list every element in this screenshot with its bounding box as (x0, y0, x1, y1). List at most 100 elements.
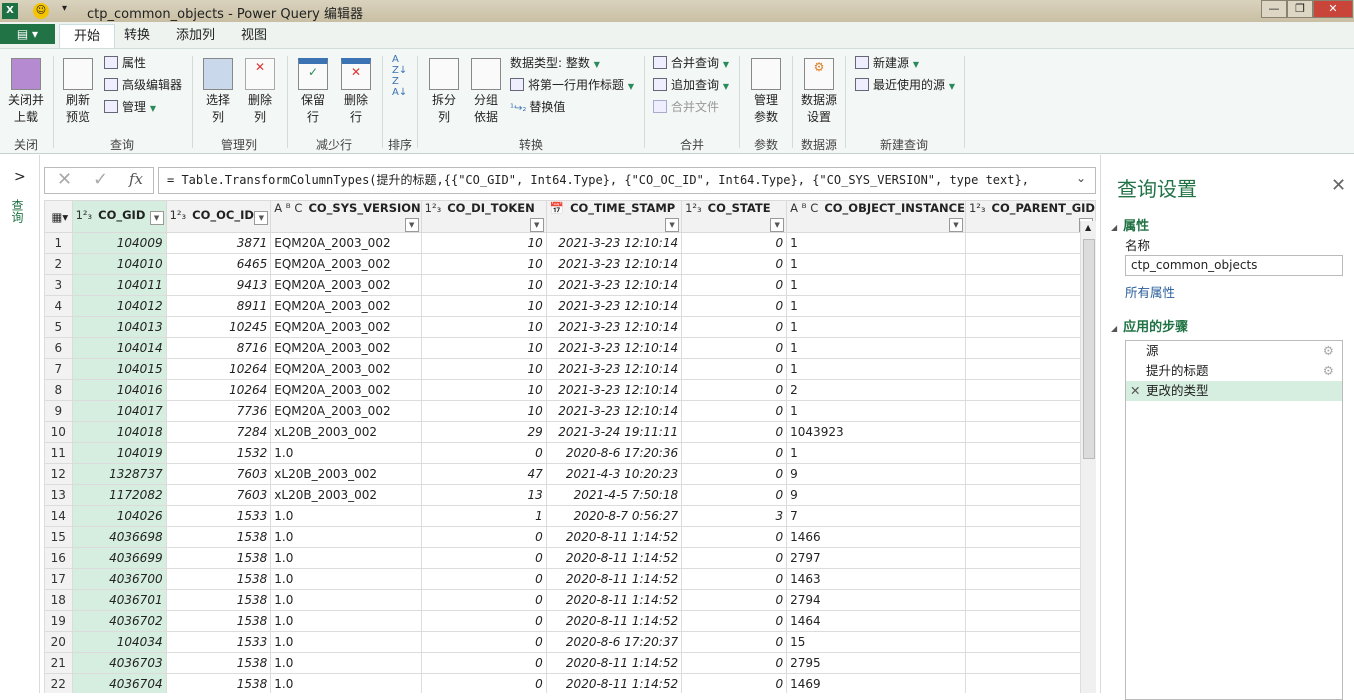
tab-view[interactable]: 视图 (227, 24, 281, 48)
queries-pane-label[interactable]: 查询 (10, 199, 26, 223)
table-cell[interactable]: 2 (964, 463, 1096, 485)
table-cell[interactable]: 1 (964, 652, 1096, 674)
table-cell[interactable]: 29 (420, 421, 547, 443)
table-cell[interactable]: 2021-4-5 7:50:18 (545, 484, 683, 506)
table-cell[interactable]: 9 (786, 484, 966, 506)
table-cell[interactable]: 1 (964, 526, 1096, 548)
table-cell[interactable]: 0 (681, 421, 788, 443)
table-cell[interactable]: 2021-3-23 12:10:14 (545, 274, 683, 296)
table-cell[interactable]: 1538 (165, 652, 272, 674)
column-header-co-sys-version[interactable]: A ᴮ C CO_SYS_VERSION ▼ (270, 200, 422, 233)
cancel-formula-icon[interactable]: ✕ (57, 169, 72, 190)
column-type-icon[interactable]: 1²₃ (425, 202, 442, 216)
table-cell[interactable]: 7736 (165, 400, 272, 422)
table-cell[interactable]: 13 (420, 484, 547, 506)
formula-input[interactable]: = Table.TransformColumnTypes(提升的标题,{{"CO… (158, 167, 1096, 194)
table-cell[interactable]: 8911 (165, 295, 272, 317)
column-type-icon[interactable]: A ᴮ C (790, 202, 818, 216)
table-cell[interactable]: 10 (420, 295, 547, 317)
tab-add-column[interactable]: 添加列 (162, 24, 229, 48)
table-cell[interactable]: xL20B_2003_002 (270, 421, 422, 443)
table-cell[interactable]: 1538 (165, 610, 272, 632)
table-cell[interactable]: 1 (786, 400, 966, 422)
row-number[interactable]: 8 (44, 379, 73, 401)
table-cell[interactable]: 1 (786, 316, 966, 338)
properties-button[interactable]: 属性 (104, 53, 146, 73)
filter-dropdown-icon[interactable]: ▼ (770, 218, 785, 232)
table-cell[interactable]: 1533 (165, 505, 272, 527)
filter-dropdown-icon[interactable]: ▼ (254, 211, 269, 225)
table-cell[interactable]: 2 (786, 379, 966, 401)
table-cell[interactable]: 2020-8-11 1:14:52 (545, 652, 683, 674)
table-cell[interactable]: 3 (681, 505, 788, 527)
table-cell[interactable]: 2021-3-23 12:10:14 (545, 295, 683, 317)
table-cell[interactable]: 1 (964, 379, 1096, 401)
table-cell[interactable]: 2794 (786, 589, 966, 611)
table-cell[interactable]: 2021-3-23 12:10:14 (545, 358, 683, 380)
table-cell[interactable]: 0 (681, 568, 788, 590)
quick-access-dropdown-icon[interactable]: ▾ (62, 3, 67, 14)
table-cell[interactable]: 0 (420, 526, 547, 548)
table-cell[interactable]: 2021-3-23 12:10:14 (545, 316, 683, 338)
filter-dropdown-icon[interactable]: ▼ (149, 211, 164, 225)
table-cell[interactable]: 1.0 (270, 568, 422, 590)
table-cell[interactable]: 2020-8-6 17:20:37 (545, 631, 683, 653)
table-cell[interactable]: EQM20A_2003_002 (270, 274, 422, 296)
delete-step-icon[interactable]: ✕ (1130, 381, 1140, 401)
gear-icon[interactable]: ⚙ (1323, 361, 1334, 381)
recent-sources-button[interactable]: 最近使用的源 ▼ (855, 75, 955, 95)
append-queries-button[interactable]: 追加查询 ▼ (653, 75, 729, 95)
table-cell[interactable]: EQM20A_2003_002 (270, 232, 422, 254)
table-cell[interactable]: 104011 (71, 274, 167, 296)
table-cell[interactable]: 0 (681, 274, 788, 296)
column-type-icon[interactable]: A ᴮ C (274, 202, 302, 216)
table-cell[interactable]: 1538 (165, 547, 272, 569)
row-number[interactable]: 21 (44, 652, 73, 674)
column-type-icon[interactable]: 1²₃ (969, 202, 986, 216)
table-cell[interactable]: 1 (964, 547, 1096, 569)
column-header-co-parent-gid[interactable]: 1²₃CO_PARENT_GID▼ (964, 200, 1096, 233)
table-cell[interactable]: 0 (681, 526, 788, 548)
row-number[interactable]: 14 (44, 505, 73, 527)
table-cell[interactable]: 1.0 (270, 652, 422, 674)
table-cell[interactable]: 6465 (165, 253, 272, 275)
table-cell[interactable]: 1469 (786, 673, 966, 693)
file-menu-button[interactable]: ▤ ▾ (0, 24, 55, 44)
manage-parameters-button[interactable]: 管理 参数 (746, 58, 786, 126)
table-cell[interactable]: 10 (420, 253, 547, 275)
table-cell[interactable]: 1533 (165, 631, 272, 653)
refresh-preview-button[interactable]: 刷新 预览 (58, 58, 98, 126)
table-cell[interactable]: 0 (681, 547, 788, 569)
table-cell[interactable]: 0 (420, 631, 547, 653)
table-cell[interactable]: 8716 (165, 337, 272, 359)
split-column-button[interactable]: 拆分 列 (424, 58, 464, 126)
table-cell[interactable]: 3871 (165, 232, 272, 254)
table-cell[interactable]: 0 (420, 673, 547, 693)
table-cell[interactable]: 7284 (165, 421, 272, 443)
data-source-settings-button[interactable]: ⚙ 数据源 设置 (797, 58, 841, 126)
table-cell[interactable]: 1 (964, 505, 1096, 527)
table-cell[interactable]: 1 (420, 505, 547, 527)
table-cell[interactable]: EQM20A_2003_002 (270, 400, 422, 422)
table-cell[interactable]: 1.0 (270, 505, 422, 527)
table-cell[interactable]: 0 (681, 337, 788, 359)
table-cell[interactable]: 1532 (165, 442, 272, 464)
row-number[interactable]: 10 (44, 421, 73, 443)
remove-rows-button[interactable]: ✕ 删除 行 (336, 58, 376, 126)
table-cell[interactable]: 2020-8-11 1:14:52 (545, 610, 683, 632)
table-cell[interactable]: 1 (964, 568, 1096, 590)
row-number[interactable]: 19 (44, 610, 73, 632)
table-cell[interactable]: 1463 (786, 568, 966, 590)
table-cell[interactable]: 0 (681, 232, 788, 254)
table-cell[interactable]: 0 (681, 631, 788, 653)
vertical-scrollbar[interactable]: ▲ (1080, 221, 1096, 693)
table-cell[interactable]: 9 (786, 463, 966, 485)
table-cell[interactable]: 104015 (71, 358, 167, 380)
table-cell[interactable]: 1 (964, 274, 1096, 296)
table-cell[interactable]: 104018 (71, 421, 167, 443)
smiley-feedback-icon[interactable]: ☺ (33, 3, 49, 19)
row-number[interactable]: 7 (44, 358, 73, 380)
table-cell[interactable]: 2020-8-11 1:14:52 (545, 526, 683, 548)
manage-button[interactable]: 管理 ▼ (104, 97, 156, 117)
table-cell[interactable]: 1538 (165, 673, 272, 693)
